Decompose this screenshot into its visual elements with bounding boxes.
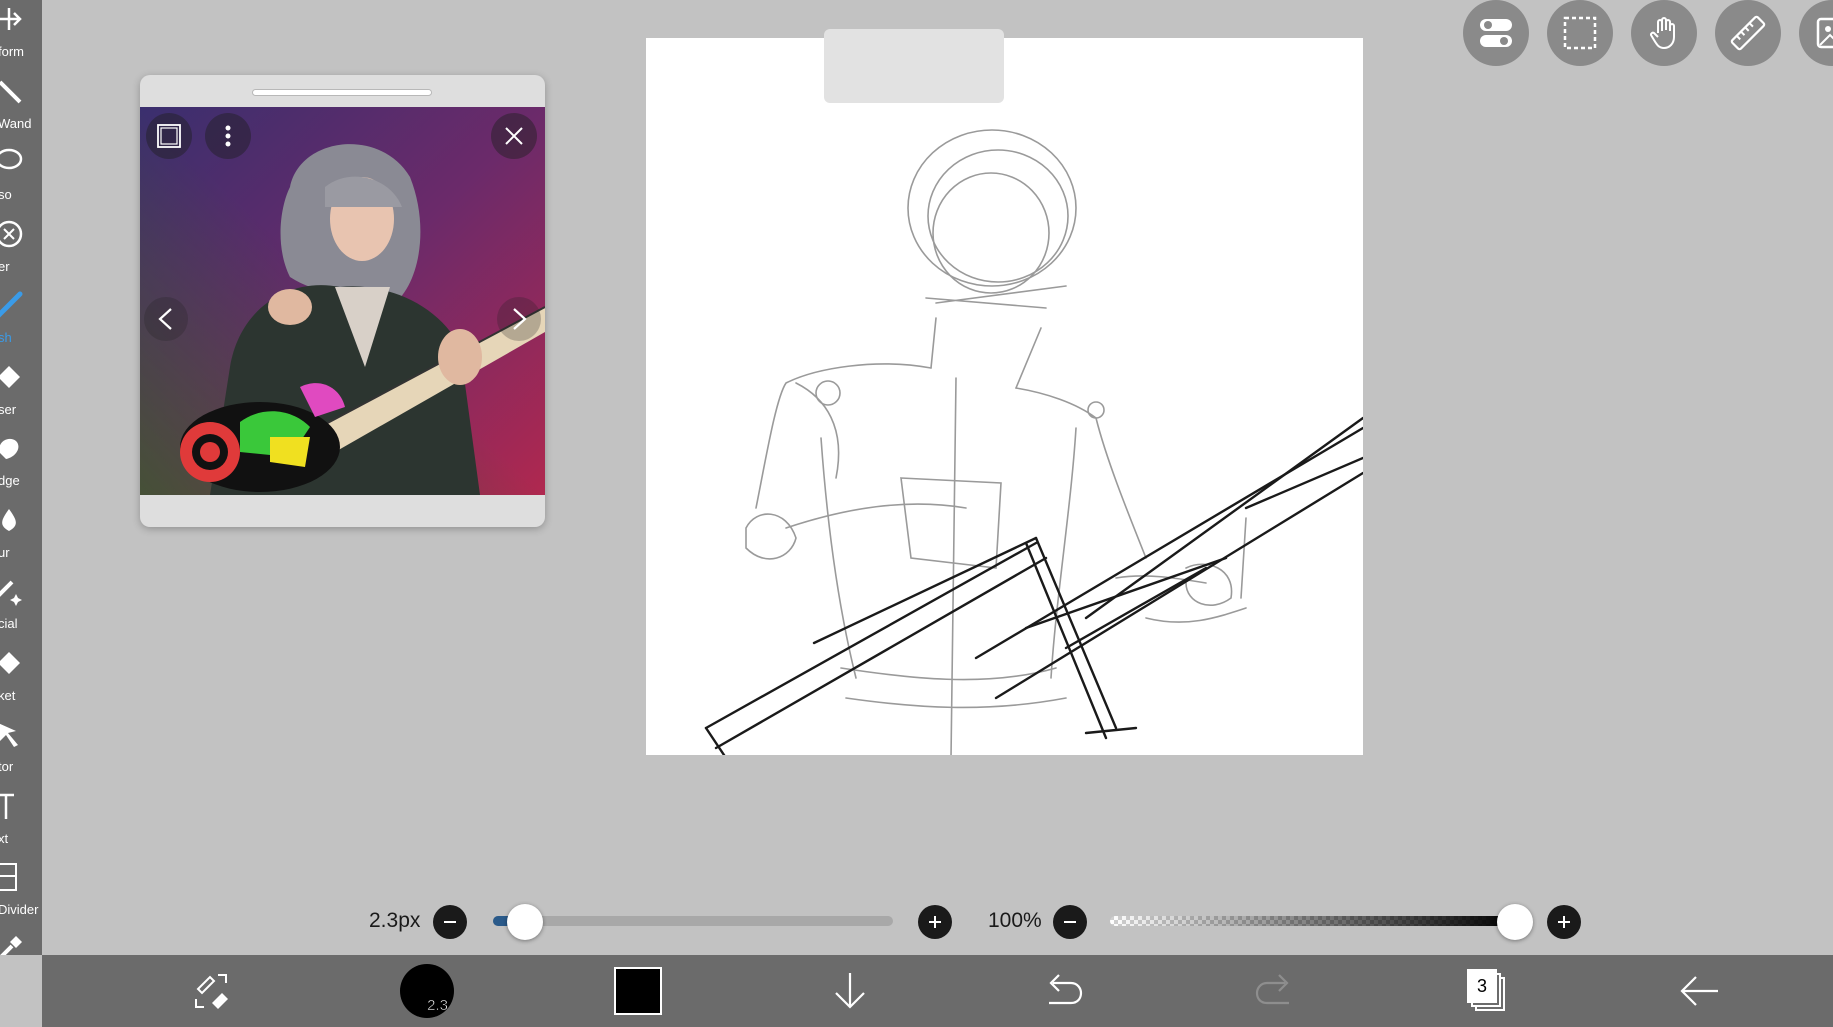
tool-lasso[interactable]: so xyxy=(0,143,42,215)
tool-blur[interactable]: ur xyxy=(0,501,42,573)
brush-size-preview-button[interactable]: 2.3 xyxy=(387,955,467,1027)
hand-tool-button[interactable] xyxy=(1631,0,1697,66)
transform-icon xyxy=(0,8,22,30)
plus-icon xyxy=(929,916,941,928)
previous-reference-button[interactable] xyxy=(144,297,188,341)
brush-size-decrease-button[interactable] xyxy=(433,905,467,939)
ruler-button[interactable] xyxy=(1715,0,1781,66)
bottom-toolbar: 2.3 3 xyxy=(42,955,1833,1027)
undo-icon xyxy=(1049,974,1083,1005)
back-button[interactable] xyxy=(1660,955,1740,1027)
tool-label: dge xyxy=(0,473,20,488)
toggle-settings-button[interactable] xyxy=(1463,0,1529,66)
layer-count: 3 xyxy=(1467,969,1497,1003)
reference-image xyxy=(140,107,545,495)
tool-magic-wand[interactable]: Wand xyxy=(0,72,42,144)
reference-window-button[interactable] xyxy=(1799,0,1833,66)
bucket-icon xyxy=(0,651,20,674)
minus-icon xyxy=(1064,921,1076,923)
tool-bar: formWandsoershserdgeurcialkettorxtDivide… xyxy=(0,0,42,955)
current-color-swatch xyxy=(614,967,662,1015)
tool-filter[interactable]: er xyxy=(0,215,42,287)
tool-selector[interactable]: tor xyxy=(0,715,42,787)
filter-icon xyxy=(0,220,23,247)
plus-icon xyxy=(1558,916,1570,928)
tool-bucket[interactable]: ket xyxy=(0,644,42,716)
save-download-button[interactable] xyxy=(810,955,890,1027)
frame-divider-icon xyxy=(0,863,17,891)
eraser-icon xyxy=(0,365,20,388)
opacity-slider-knob[interactable] xyxy=(1497,904,1533,940)
brush-settings-bar: 2.3px 100% xyxy=(0,895,1833,949)
fit-button[interactable] xyxy=(146,113,192,159)
blur-icon xyxy=(2,508,16,531)
layers-icon: 3 xyxy=(1467,969,1509,1013)
minus-icon xyxy=(444,921,456,923)
tool-label: ket xyxy=(0,687,16,703)
hand-tool-icon xyxy=(1650,17,1675,49)
tool-label: so xyxy=(0,187,12,202)
more-vertical-icon xyxy=(225,125,231,147)
tool-special[interactable]: cial xyxy=(0,572,42,644)
brush-size-value: 2.3px xyxy=(369,909,421,932)
ruler-icon xyxy=(1730,15,1766,51)
text-icon xyxy=(0,793,14,819)
tool-label: sh xyxy=(0,330,12,345)
color-picker-button[interactable] xyxy=(598,955,678,1027)
redo-icon xyxy=(1255,974,1289,1005)
opacity-value: 100% xyxy=(988,909,1042,932)
chevron-left-icon xyxy=(158,308,172,330)
reference-window-icon xyxy=(1816,17,1833,49)
selector-icon xyxy=(0,723,18,747)
special-icon xyxy=(0,580,22,606)
opacity-decrease-button[interactable] xyxy=(1053,905,1087,939)
sketch-drawing xyxy=(704,129,1363,755)
reference-window[interactable] xyxy=(140,75,545,527)
tool-eraser[interactable]: ser xyxy=(0,358,42,430)
tool-label: tor xyxy=(0,759,14,774)
brush-size-slider-knob[interactable] xyxy=(507,904,543,940)
tool-label: ur xyxy=(0,544,10,560)
tool-label: cial xyxy=(0,616,18,631)
tool-label: Wand xyxy=(0,115,32,131)
tool-brush[interactable]: sh xyxy=(0,286,42,358)
reference-window-drag-handle[interactable] xyxy=(252,89,432,96)
close-reference-button[interactable] xyxy=(491,113,537,159)
brush-size-slider[interactable] xyxy=(493,916,893,926)
smudge-icon xyxy=(0,438,19,459)
reference-menu-button[interactable] xyxy=(205,113,251,159)
square-frame-icon xyxy=(157,124,181,148)
tool-label: xt xyxy=(0,830,9,846)
drawing-canvas[interactable] xyxy=(646,38,1363,755)
selection-button[interactable] xyxy=(1547,0,1613,66)
reference-photo xyxy=(140,107,545,495)
arrow-down-icon xyxy=(835,973,865,1009)
arrow-left-icon xyxy=(1680,976,1718,1006)
layers-button[interactable]: 3 xyxy=(1448,955,1528,1027)
brush-eraser-swap-button[interactable] xyxy=(172,955,252,1027)
tool-label: er xyxy=(0,258,10,274)
next-reference-button[interactable] xyxy=(497,297,541,341)
lasso-icon xyxy=(0,148,23,170)
tool-smudge[interactable]: dge xyxy=(0,429,42,501)
tool-label: ser xyxy=(0,401,17,417)
undo-button[interactable] xyxy=(1023,955,1103,1027)
brush-eraser-swap-icon xyxy=(195,974,228,1009)
brush-preview-circle: 2.3 xyxy=(400,964,454,1018)
brush-size-preview-label: 2.3 xyxy=(427,997,448,1015)
opacity-slider[interactable] xyxy=(1110,916,1515,926)
tool-label: form xyxy=(0,44,24,59)
brush-size-increase-button[interactable] xyxy=(918,905,952,939)
opacity-increase-button[interactable] xyxy=(1547,905,1581,939)
toggle-settings-icon xyxy=(1480,19,1512,47)
close-icon xyxy=(505,127,523,145)
redo-button[interactable] xyxy=(1235,955,1315,1027)
canvas-handle[interactable] xyxy=(824,29,1004,103)
chevron-right-icon xyxy=(513,308,527,330)
magic-wand-icon xyxy=(0,80,22,103)
tool-text[interactable]: xt xyxy=(0,787,42,859)
selection-icon xyxy=(1563,16,1597,50)
tool-transform[interactable]: form xyxy=(0,0,42,72)
brush-icon xyxy=(0,291,23,318)
